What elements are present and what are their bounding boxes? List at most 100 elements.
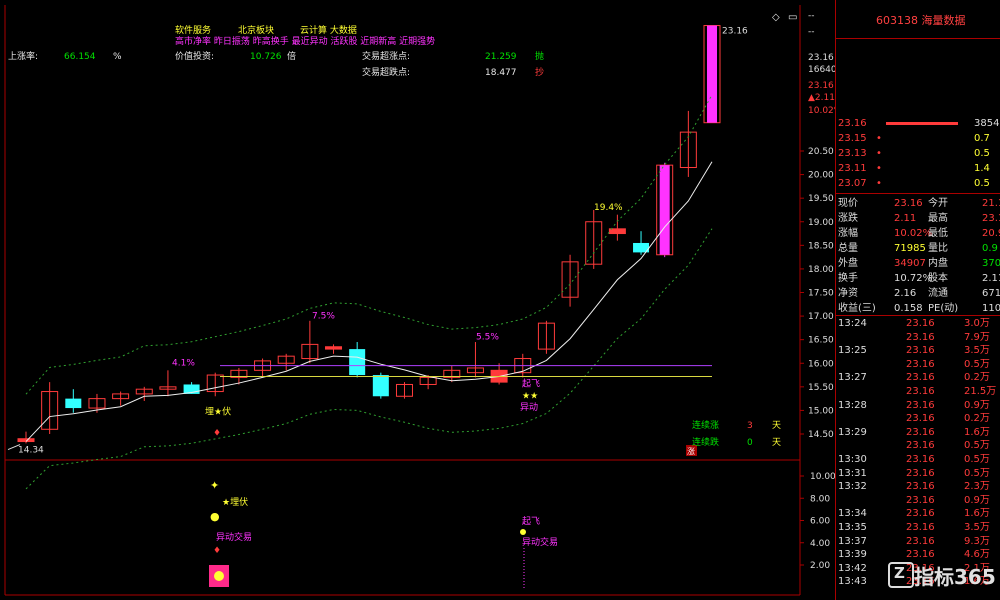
rise-unit: % (113, 52, 122, 62)
overbought-tag: 抛 (535, 52, 545, 62)
y-top-label: -- (808, 11, 815, 21)
pct-label: 5.5% (476, 333, 499, 343)
y-top-label: -- (808, 27, 815, 37)
tick-row: 13:31 23.16 0.5万 (836, 467, 1000, 480)
order-volume: 3854 (974, 118, 1000, 129)
value-label: 价值投资: (175, 52, 215, 62)
stat-label: 收益(三) (838, 303, 876, 314)
streak-up-value: 3 (747, 421, 753, 431)
order-volume: 0.5 (974, 178, 990, 189)
stat-label: 换手 (838, 273, 858, 284)
stat-value: 10.02% (894, 228, 933, 239)
order-book-row: 23.15 • 0.7 (836, 132, 1000, 145)
tick-price: 23.16 (906, 467, 935, 479)
pct-label: 4.1% (172, 359, 195, 369)
tick-time: 13:34 (838, 508, 867, 520)
tick-time: 13:43 (838, 576, 867, 588)
y-top-label: 23.16 (808, 53, 834, 63)
quote-panel: 603138 海量数据 23.16 3854 23.15 • 0.7 23.13 • 0.5 2… (835, 0, 1000, 600)
oversold-value: 18.477 (485, 68, 517, 78)
tick-price: 23.16 (906, 386, 935, 397)
stat-label: PE(动) (928, 303, 959, 314)
order-price: 23.13 (838, 148, 867, 159)
restore-icon[interactable]: ◇ (772, 12, 780, 23)
tick-time: 13:29 (838, 426, 867, 438)
tick-volume: 9.3万 (964, 535, 990, 547)
streak-down-unit: 天 (772, 438, 782, 448)
order-dot: • (876, 163, 882, 174)
tick-time: 13:39 (838, 549, 867, 561)
tag-labels: 高市净率 昨日振荡 昨高换手 最近异动 活跃股 近期新高 近期强势 (175, 37, 436, 47)
signal-b-stars: ★★ (522, 391, 538, 401)
stat-label: 量比 (928, 243, 948, 254)
candle-body (65, 398, 82, 409)
tick-time: 13:31 (838, 467, 867, 479)
stat-label: 流通 (928, 288, 948, 299)
y-top-label: 16640 (808, 65, 837, 75)
stat-value: 71985 (894, 243, 926, 254)
stat-label: 最高 (928, 213, 948, 224)
lower-band (25, 228, 713, 490)
stat-label: 涨幅 (838, 228, 858, 239)
stat-label: 净资 (838, 288, 858, 299)
pct-label: 7.5% (312, 311, 335, 321)
tick-row: 23.16 0.2万 (836, 412, 1000, 425)
stat-value: 6714 (982, 288, 1000, 299)
stat-row: 净资 2.16 流通 6714 (836, 287, 1000, 300)
tick-row: 23.16 0.9万 (836, 494, 1000, 507)
stat-row: 收益(三) 0.158 PE(动) 110 (836, 302, 1000, 315)
tick-volume: 1.6万 (964, 426, 990, 438)
tick-price: 23.16 (906, 440, 935, 452)
stat-label: 内盘 (928, 258, 948, 269)
tick-time: 13:42 (838, 562, 867, 574)
tick-row: 13:25 23.16 3.5万 (836, 344, 1000, 357)
tick-row: 13:27 23.16 0.2万 (836, 371, 1000, 384)
tick-price: 23.16 (906, 413, 935, 425)
tick-volume: 3.0万 (964, 318, 990, 329)
tick-time: 13:37 (838, 535, 867, 547)
tick-price: 23.16 (906, 454, 935, 465)
lower-label-a: ★埋伏 (222, 496, 248, 508)
candle-body (608, 228, 626, 235)
tick-row: 23.16 21.5万 (836, 385, 1000, 398)
y-top-label: ▲2.11 (808, 93, 835, 103)
y-tick-label: 17.50 (808, 289, 834, 299)
tick-time: 13:28 (838, 399, 867, 411)
tick-price: 23.16 (906, 331, 935, 343)
order-volume: 0.7 (974, 133, 990, 144)
order-book-row: 23.16 3854 (836, 117, 1000, 130)
tick-row: 13:34 23.16 1.6万 (836, 507, 1000, 520)
streak-up-unit: 天 (772, 421, 782, 431)
order-price: 23.15 (838, 133, 867, 144)
sector-label-1: 软件服务 (175, 26, 212, 36)
streak-down-value: 0 (747, 438, 753, 448)
tick-volume: 1.6万 (964, 508, 990, 520)
stat-label: 总量 (838, 243, 858, 254)
tick-time: 13:32 (838, 481, 867, 493)
order-volume-bar (886, 122, 958, 125)
menu-icon[interactable]: ▭ (788, 12, 797, 23)
y-tick-label: 14.50 (808, 430, 834, 440)
order-book-row: 23.07 • 0.5 (836, 177, 1000, 190)
stat-label: 外盘 (838, 258, 858, 269)
tick-volume: 0.5万 (964, 358, 990, 370)
lower-y-label: 10.00 (810, 472, 836, 482)
y-tick-label: 18.50 (808, 241, 834, 251)
tick-price: 23.16 (906, 481, 935, 493)
money-bag-icon: ● (210, 510, 220, 523)
tick-volume: 3.5万 (964, 522, 990, 533)
coin-icon-small (520, 529, 526, 535)
stat-value: 21.1 (982, 198, 1000, 209)
stat-value: 2.11 (982, 273, 1000, 284)
brand-logo: Z 指标365 (888, 558, 1000, 592)
y-tick-label: 16.00 (808, 359, 834, 369)
stat-value: 2.11 (894, 213, 917, 224)
tick-volume: 0.2万 (964, 413, 990, 425)
main-price-chart: 14.3423.164.1%7.5%5.5%19.4%埋★伏♦起飞★★异动涨 (7, 25, 748, 490)
tick-price: 23.16 (906, 372, 935, 384)
order-price: 23.07 (838, 178, 867, 189)
signal-b-top: 起飞 (522, 378, 540, 389)
stat-label: 现价 (838, 198, 858, 209)
stat-value: 20.9 (982, 228, 1000, 239)
lower-y-label: 6.00 (810, 517, 830, 527)
